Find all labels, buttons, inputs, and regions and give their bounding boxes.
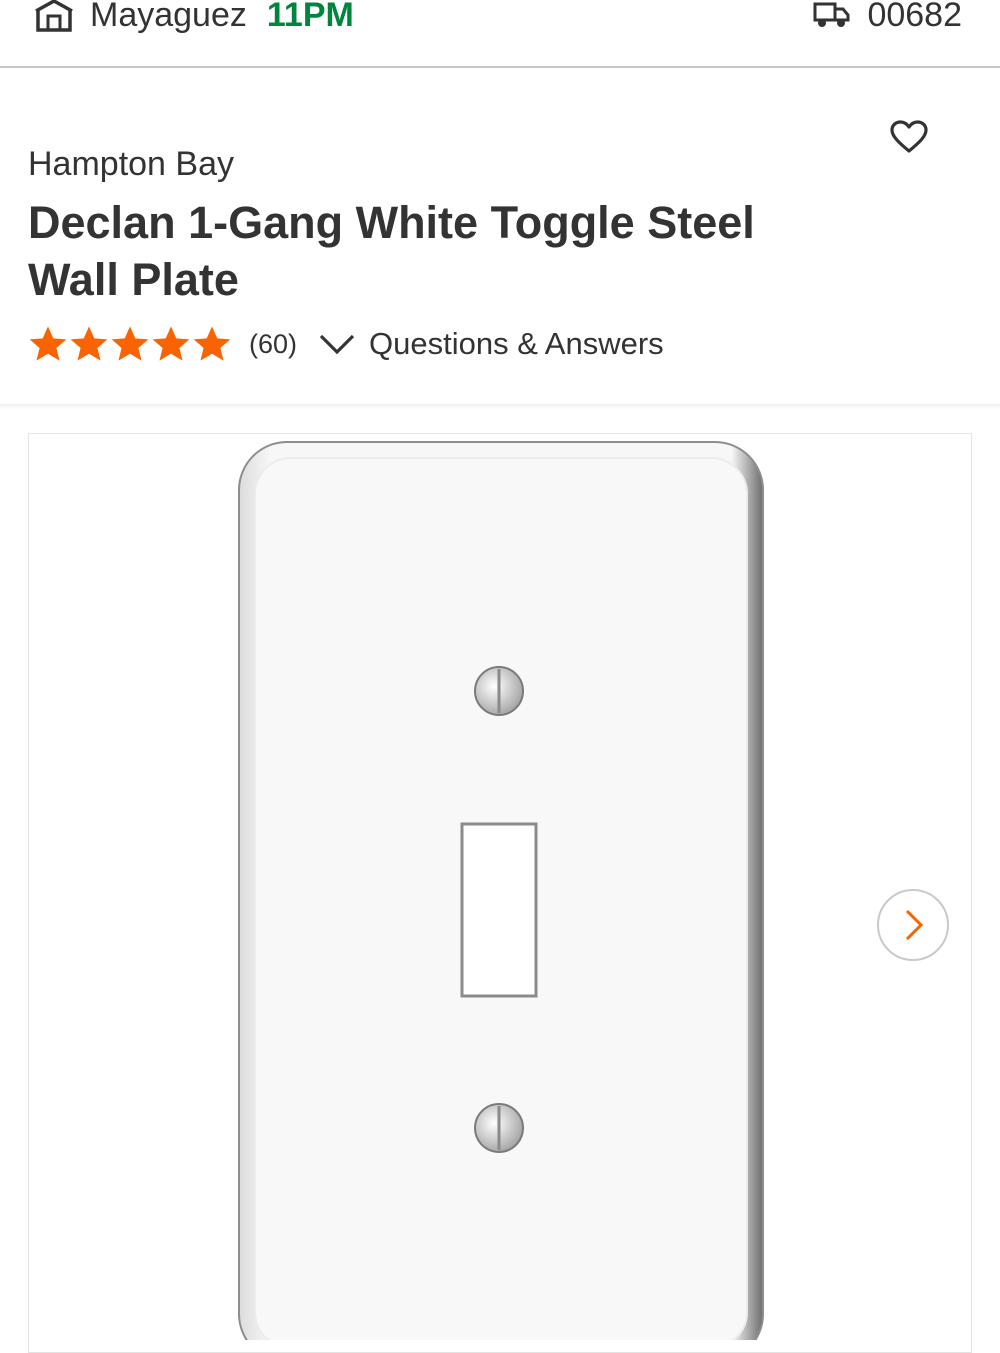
section-divider — [0, 404, 1000, 410]
store-hours: 11PM — [266, 0, 354, 34]
star-rating[interactable] — [28, 325, 233, 363]
star-icon — [151, 325, 191, 363]
product-brand[interactable]: Hampton Bay — [28, 145, 234, 184]
next-image-button[interactable] — [877, 889, 949, 961]
ratings-row: (60) Questions & Answers — [28, 322, 664, 366]
review-count[interactable]: (60) — [249, 329, 297, 360]
chevron-right-icon — [905, 909, 924, 941]
store-name: Mayaguez — [90, 0, 247, 34]
top-bar: Mayaguez 11PM 00682 — [0, 0, 1000, 68]
chevron-down-icon[interactable] — [317, 330, 357, 358]
store-selector[interactable]: Mayaguez 11PM — [34, 0, 354, 40]
questions-answers-link[interactable]: Questions & Answers — [369, 326, 664, 362]
star-icon — [110, 325, 150, 363]
star-icon — [28, 325, 68, 363]
product-image-gallery[interactable] — [28, 433, 972, 1353]
product-title: Declan 1-Gang White Toggle Steel Wall Pl… — [28, 197, 755, 305]
delivery-zip-selector[interactable]: 00682 — [813, 0, 962, 40]
zip-code: 00682 — [867, 0, 962, 34]
store-icon — [34, 0, 74, 32]
heart-icon — [890, 120, 928, 153]
star-icon — [69, 325, 109, 363]
product-image — [238, 441, 764, 1340]
star-icon — [192, 325, 232, 363]
truck-icon — [813, 0, 851, 30]
favorite-button[interactable] — [884, 112, 934, 162]
